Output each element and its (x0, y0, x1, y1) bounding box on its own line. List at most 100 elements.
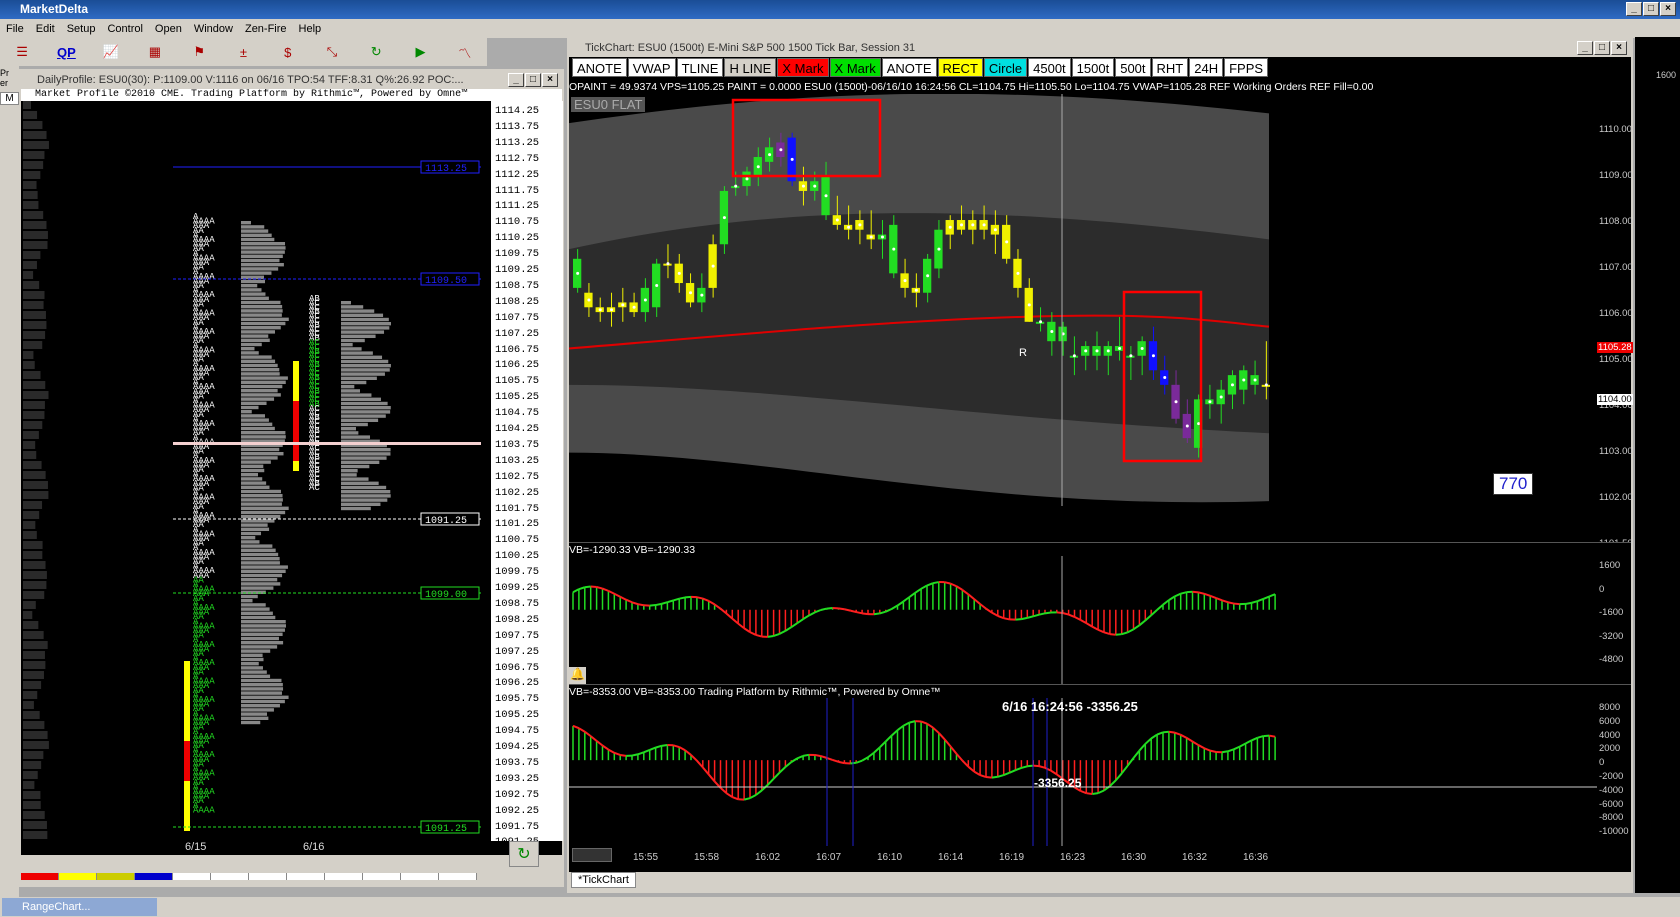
volume-profile-bar (23, 601, 36, 609)
color-swatch[interactable] (325, 873, 363, 880)
color-swatch[interactable] (21, 873, 59, 880)
rangechart-taskitem[interactable]: RangeChart... (2, 898, 157, 916)
menu-zen-fire[interactable]: Zen-Fire (239, 23, 293, 35)
main-toolbar: ☰ QP 📈 ▦ ⚑ ± $ ⤡ ↻ ▶ 〽 (0, 38, 487, 66)
chart-btn-rht-12[interactable]: RHT (1151, 58, 1189, 77)
chart-btn-fpps-14[interactable]: FPPS (1224, 58, 1269, 77)
color-swatch[interactable] (363, 873, 401, 880)
profile-window-title[interactable]: DailyProfile: ESU0(30): P:1109.00 V:1116… (21, 71, 562, 89)
profile-histogram-bar (341, 422, 368, 427)
menu-window[interactable]: Window (188, 23, 239, 35)
delta-histogram-1[interactable] (569, 556, 1597, 684)
side-label-m[interactable]: M (0, 92, 19, 105)
profile-close-button[interactable]: × (542, 73, 558, 87)
dollar-icon[interactable]: $ (266, 40, 310, 64)
vwap-price-tag: 1105.28 (1597, 342, 1633, 353)
menu-help[interactable]: Help (293, 23, 328, 35)
chart-btn-500t-11[interactable]: 500t (1115, 58, 1151, 77)
scroll-thumb[interactable] (572, 848, 612, 862)
profile-icon[interactable]: ⚑ (177, 40, 221, 64)
candle-dot (1208, 400, 1212, 404)
profile-histogram-bar (241, 544, 273, 548)
profile-price-label: 1103.25 (495, 454, 540, 467)
color-swatch[interactable] (135, 873, 173, 880)
color-swatch[interactable] (173, 873, 211, 880)
profile-histogram-bar (241, 242, 286, 246)
bars-icon[interactable]: ▦ (133, 40, 177, 64)
menu-edit[interactable]: Edit (30, 23, 61, 35)
chart-btn-x-mark-5[interactable]: X Mark (829, 58, 881, 77)
line-chart-icon[interactable]: 〽 (443, 40, 487, 64)
menu-file[interactable]: File (0, 23, 30, 35)
profile-histogram-bar (241, 279, 266, 284)
chart-btn-circle-8[interactable]: Circle (983, 58, 1028, 77)
cursor-icon[interactable]: ⤡ (310, 40, 354, 64)
color-swatch[interactable] (439, 873, 477, 880)
profile-histogram-bar (341, 301, 351, 305)
color-swatch[interactable] (401, 873, 439, 880)
chart-btn-4500t-9[interactable]: 4500t (1028, 58, 1071, 77)
profile-histogram-bar (241, 309, 283, 313)
profile-histogram-bar (241, 494, 283, 498)
hist-line (1086, 792, 1093, 795)
delta-icon[interactable]: ± (221, 40, 265, 64)
profile-histogram-bar (341, 456, 387, 460)
chart-btn-vwap-1[interactable]: VWAP (627, 58, 676, 77)
list-icon[interactable]: ☰ (0, 40, 44, 64)
profile-histogram-bar (341, 460, 380, 464)
chart-btn-tline-2[interactable]: TLINE (676, 58, 724, 77)
color-swatch[interactable] (59, 873, 97, 880)
chart-btn-anote-0[interactable]: ANOTE (572, 58, 627, 77)
chart-btn-x-mark-4[interactable]: X Mark (777, 58, 829, 77)
chart-btn-24h-13[interactable]: 24H (1189, 58, 1224, 77)
menu-setup[interactable]: Setup (61, 23, 102, 35)
tick-close-button[interactable]: × (1611, 41, 1627, 55)
color-swatch[interactable] (97, 873, 135, 880)
volume-profile-bar (23, 171, 41, 179)
profile-histogram-bar (241, 376, 288, 380)
profile-histogram-bar (241, 678, 282, 683)
hist-line (1198, 591, 1205, 595)
profile-minimize-button[interactable]: _ (508, 73, 524, 87)
candle-dot (824, 194, 828, 198)
close-button[interactable]: × (1660, 2, 1676, 16)
chart-icon[interactable]: 📈 (89, 40, 133, 64)
hist-axis-label: 0 (1599, 583, 1605, 595)
profile-refresh-icon[interactable]: ↻ (509, 841, 539, 867)
play-icon[interactable]: ▶ (398, 40, 442, 64)
tick-maximize-button[interactable]: □ (1594, 41, 1610, 55)
color-swatch[interactable] (287, 873, 325, 880)
candle-dot (1016, 271, 1020, 275)
bell-icon[interactable]: 🔔 (569, 667, 586, 684)
refresh-icon[interactable]: ↻ (354, 40, 398, 64)
chart-btn-1500t-10[interactable]: 1500t (1071, 58, 1115, 77)
tickchart-window-title[interactable]: TickChart: ESU0 (1500t) E-Mini S&P 500 1… (569, 39, 1631, 57)
maximize-button[interactable]: □ (1643, 2, 1659, 16)
delta-histogram-2[interactable] (569, 698, 1597, 846)
volume-profile-bar (23, 621, 39, 629)
candle-dot (914, 288, 918, 292)
color-swatch[interactable] (211, 873, 249, 880)
profile-histogram-bar (241, 410, 252, 414)
value-area-bar (184, 741, 190, 781)
profile-histogram-bar (241, 489, 281, 494)
profile-histogram-bar (341, 481, 379, 485)
price-chart[interactable]: R (569, 94, 1597, 506)
chart-btn-h-line-3[interactable]: H LINE (724, 58, 777, 77)
market-profile-chart[interactable]: AAAAAAAAAAAAAAAAAAAAAAAAAAAAAAAAAAAAAAAA… (21, 101, 491, 841)
menu-control[interactable]: Control (101, 23, 148, 35)
color-swatch[interactable] (249, 873, 287, 880)
volume-profile-bar (23, 521, 36, 529)
chart-btn-anote-6[interactable]: ANOTE (881, 58, 937, 77)
profile-histogram-bar (241, 695, 289, 699)
chart-btn-rect-7[interactable]: RECT (937, 58, 983, 77)
tab-tickchart[interactable]: *TickChart (571, 872, 636, 888)
profile-histogram-bar (241, 431, 286, 435)
minimize-button[interactable]: _ (1626, 2, 1642, 16)
time-axis-label: 16:10 (877, 852, 903, 863)
price-axis-label: 1106.00 (1599, 308, 1633, 319)
tick-minimize-button[interactable]: _ (1577, 41, 1593, 55)
qp-icon[interactable]: QP (44, 40, 88, 64)
menu-open[interactable]: Open (149, 23, 188, 35)
profile-maximize-button[interactable]: □ (525, 73, 541, 87)
